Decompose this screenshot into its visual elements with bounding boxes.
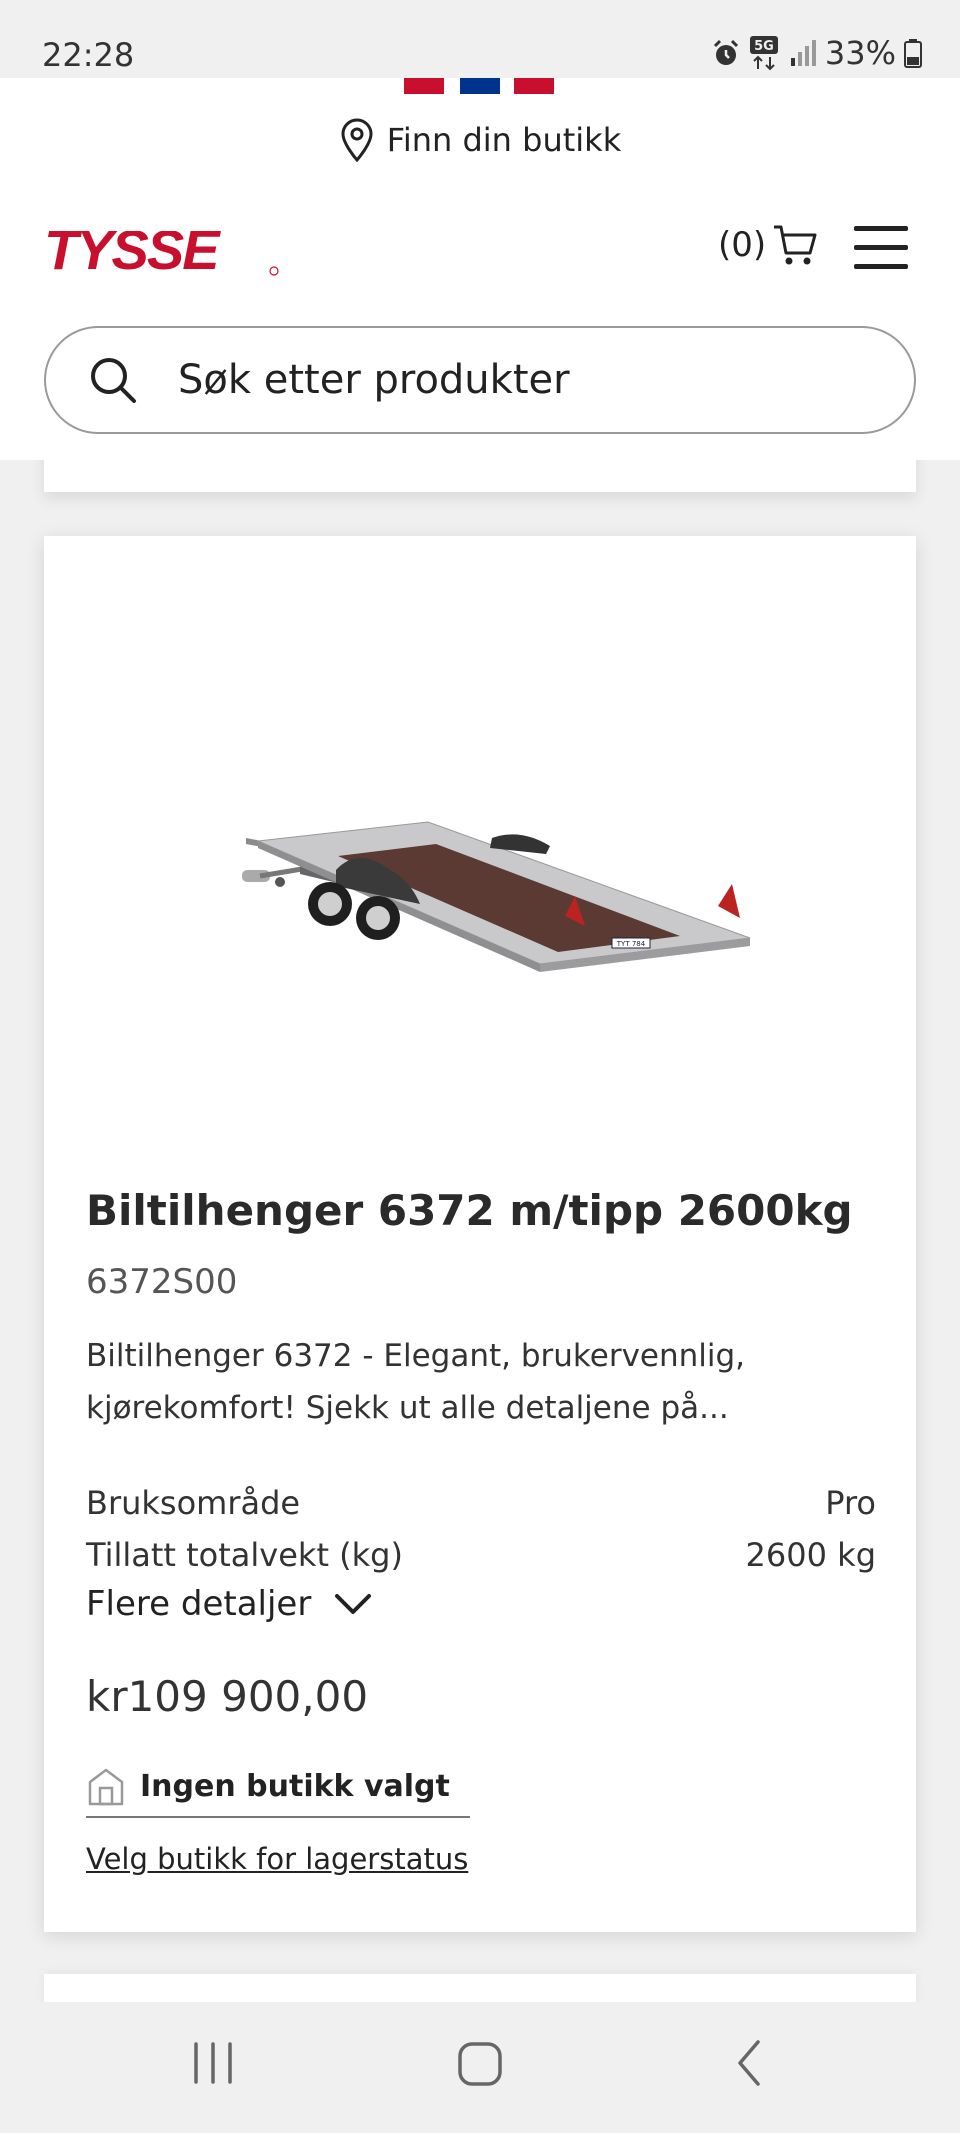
store-finder-link[interactable]: Finn din butikk — [0, 118, 960, 162]
search-bar[interactable]: Søk etter produkter — [44, 326, 916, 434]
store-finder-label: Finn din butikk — [386, 121, 622, 159]
chevron-down-icon — [335, 1594, 372, 1614]
recent-apps-icon[interactable] — [190, 2038, 236, 2088]
product-image[interactable]: TYT 784 — [240, 786, 780, 976]
spec-value: 2600 kg — [745, 1536, 876, 1574]
cart-button[interactable]: (0) — [718, 223, 818, 267]
status-bar: 22:28 5G 33% — [0, 0, 960, 78]
location-pin-icon — [341, 118, 373, 162]
home-icon[interactable] — [456, 2038, 504, 2088]
logo-text: TYSSE — [44, 223, 221, 279]
alarm-icon — [713, 39, 738, 65]
product-card-previous[interactable] — [44, 460, 916, 492]
product-sku: 6372S00 — [86, 1262, 238, 1302]
network-label: 5G — [754, 39, 774, 54]
tysse-logo[interactable]: TYSSE — [42, 218, 282, 283]
back-icon[interactable] — [730, 2038, 770, 2088]
status-icons: 5G 33% — [711, 33, 922, 73]
signal-icon — [790, 40, 816, 66]
product-price: kr109 900,00 — [86, 1672, 369, 1721]
spec-row: Bruksområde Pro — [86, 1484, 876, 1522]
store-icon — [88, 1768, 124, 1806]
more-details-toggle[interactable]: Flere detaljer — [86, 1584, 373, 1624]
license-plate: TYT 784 — [616, 940, 646, 948]
product-card[interactable]: TYT 784 Biltilhenger 6372 m/tipp 2600kg … — [44, 536, 916, 1932]
system-navbar — [0, 2002, 960, 2133]
hamburger-menu-icon[interactable] — [854, 226, 910, 270]
status-time: 22:28 — [42, 36, 135, 74]
battery-icon — [904, 39, 922, 68]
store-status: Ingen butikk valgt — [86, 1768, 470, 1818]
flag-stripe — [460, 78, 500, 94]
flag-stripe — [404, 78, 444, 94]
spec-row: Tillatt totalvekt (kg) 2600 kg — [86, 1536, 876, 1574]
more-details-label: Flere detaljer — [86, 1584, 312, 1624]
5g-icon: 5G — [749, 36, 778, 71]
search-input[interactable]: Søk etter produkter — [178, 357, 570, 403]
product-title[interactable]: Biltilhenger 6372 m/tipp 2600kg — [86, 1186, 853, 1235]
spec-label: Bruksområde — [86, 1484, 301, 1522]
cart-icon — [774, 225, 817, 265]
battery-percent: 33% — [824, 34, 896, 72]
product-list: TYT 784 Biltilhenger 6372 m/tipp 2600kg … — [0, 460, 960, 2002]
product-card-next[interactable] — [44, 1974, 916, 2002]
site-header: Finn din butikk TYSSE (0) Søk etter prod… — [0, 78, 960, 460]
spec-value: Pro — [825, 1484, 876, 1522]
cart-count: (0) — [718, 225, 767, 265]
store-status-label: Ingen butikk valgt — [140, 1768, 450, 1804]
search-icon — [91, 358, 136, 403]
spec-label: Tillatt totalvekt (kg) — [86, 1536, 403, 1574]
product-description: Biltilhenger 6372 - Elegant, brukervennl… — [86, 1338, 746, 1426]
flag-stripe — [514, 78, 554, 94]
select-store-link[interactable]: Velg butikk for lagerstatus — [86, 1842, 468, 1876]
